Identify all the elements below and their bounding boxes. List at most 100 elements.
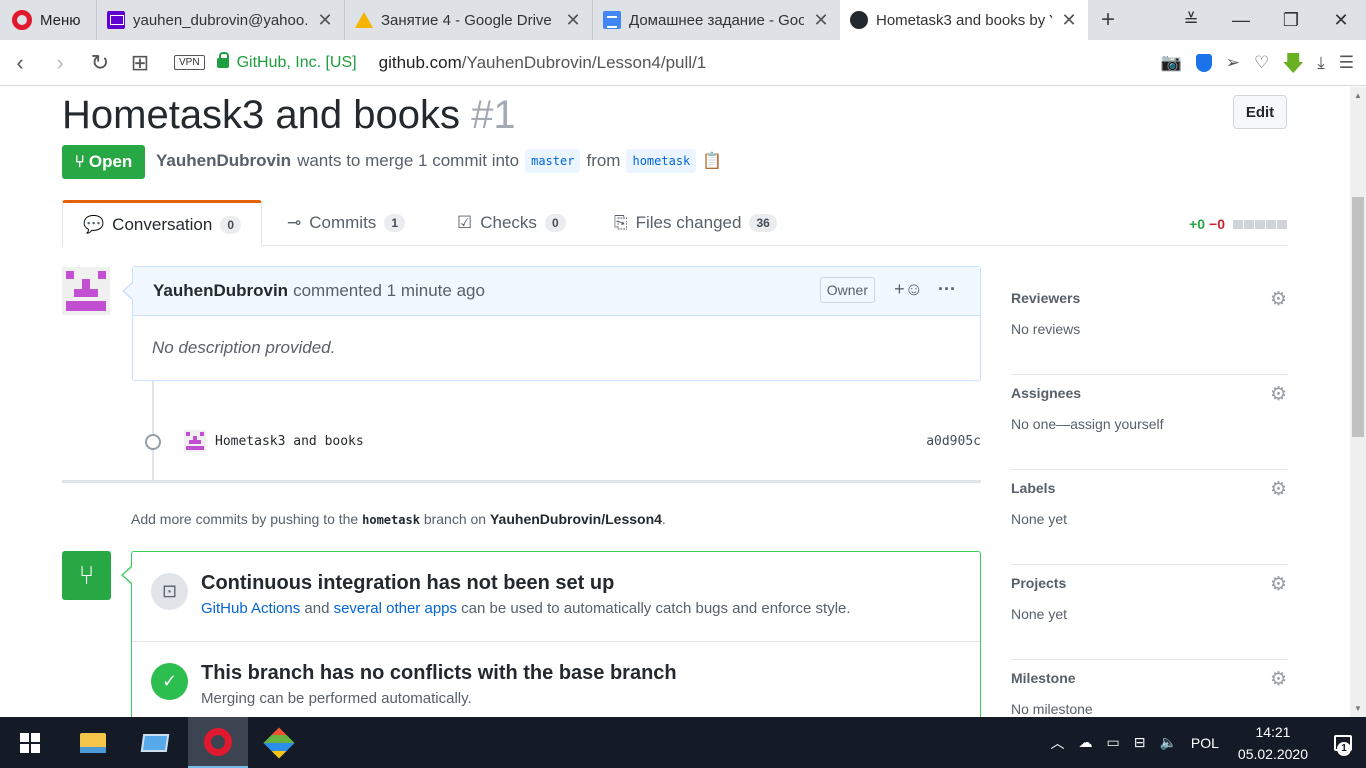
clock[interactable]: 14:21 05.02.2020 [1238,721,1308,765]
taskbar-this-pc[interactable] [125,717,185,768]
easy-setup-icon[interactable]: ☰ [1339,53,1354,73]
downloads-icon[interactable]: ⤓ [1317,53,1325,73]
extension-download-icon[interactable] [1283,53,1304,73]
author-link[interactable]: YauhenDubrovin [156,151,291,171]
browser-tab-drive[interactable]: Занятие 4 - Google Drive ✕ [344,0,592,40]
clipboard-icon[interactable]: 📋 [702,151,722,171]
network-icon[interactable]: ⊟ [1134,734,1146,751]
maximize-button[interactable]: ❐ [1266,0,1316,40]
tab-commits[interactable]: ⊸ Commits 1 [267,200,425,246]
sidebar-assignees: Assignees No one—assign yourself ⚙ [1011,375,1287,470]
status-badge: ⑂ Open [62,145,145,179]
merge-box: ⊡ Continuous integration has not been se… [131,551,981,717]
gear-icon[interactable]: ⚙ [1270,288,1287,311]
speed-dial-icon[interactable]: ⊞ [120,50,160,76]
gear-icon[interactable]: ⚙ [1270,668,1287,691]
browser-tab-docs[interactable]: Домашнее задание - Goog ✕ [592,0,840,40]
adblock-shield-icon[interactable] [1195,54,1212,72]
browser-tab-github[interactable]: Hometask3 and books by Y ✕ [840,0,1088,40]
opera-menu-button[interactable]: Меню [0,0,96,40]
from-text: from [586,151,621,170]
new-tab-button[interactable]: + [1088,0,1128,40]
google-drive-icon [355,12,373,28]
scrollbar-thumb[interactable] [1352,197,1364,437]
scroll-up-icon[interactable]: ▲ [1354,91,1362,100]
push-note-repo: YauhenDubrovin/Lesson4 [489,511,662,527]
gear-icon[interactable]: ⚙ [1270,478,1287,501]
windows-logo-icon [20,732,40,753]
battery-icon[interactable]: ▭ [1107,734,1120,751]
start-button[interactable] [0,717,60,768]
sidebar-heading[interactable]: Labels [1011,480,1287,496]
minimize-button[interactable]: — [1216,0,1266,40]
close-icon[interactable]: ✕ [316,10,334,31]
avatar[interactable] [184,430,206,452]
reload-button[interactable]: ↻ [80,50,120,76]
close-window-button[interactable]: ✕ [1316,0,1366,40]
gear-icon[interactable]: ⚙ [1270,383,1287,406]
forward-button[interactable]: › [40,50,80,76]
sidebar-heading[interactable]: Assignees [1011,385,1287,401]
snapshot-icon[interactable]: 📷 [1161,53,1182,73]
comment-time[interactable]: 1 minute ago [387,281,485,301]
avatar[interactable] [62,267,110,315]
sidebar-heading[interactable]: Projects [1011,575,1287,591]
close-icon[interactable]: ✕ [812,10,830,31]
taskbar-file-explorer[interactable] [63,717,123,768]
action-center-button[interactable]: 1 [1320,717,1366,768]
gear-icon[interactable]: ⚙ [1270,573,1287,596]
commit-message[interactable]: Hometask3 and books [215,434,364,449]
tab-conversation[interactable]: 💬 Conversation 0 [62,200,263,247]
site-identity[interactable]: GitHub, Inc. [US] [237,54,357,72]
edit-button[interactable]: Edit [1233,95,1287,129]
file-explorer-icon [80,732,106,753]
menu-label: Меню [40,11,81,29]
page-title: Hometask3 and books #1 [62,93,516,138]
close-icon[interactable]: ✕ [564,10,582,31]
tab-label: Commits [309,213,377,232]
input-language[interactable]: POL [1191,735,1219,751]
onedrive-cloud-icon[interactable]: ☁ [1079,734,1093,751]
computer-icon [140,733,170,752]
pr-tabs: 💬 Conversation 0 ⊸ Commits 1 ☑ Checks 0 … [62,200,1287,247]
scroll-down-icon[interactable]: ▼ [1354,704,1362,713]
url-field[interactable]: github.com/YauhenDubrovin/Lesson4/pull/1 [379,53,707,73]
send-icon[interactable]: ➢ [1226,53,1240,73]
commit-row: Hometask3 and books a0d905c [184,427,981,455]
comment-caret-inner [124,283,133,299]
browser-tab-yahoo[interactable]: yauhen_dubrovin@yahoo.c ✕ [96,0,344,40]
chevron-up-icon[interactable]: ︿ [1051,733,1065,753]
sidebar-value: No reviews [1011,321,1081,337]
back-button[interactable]: ‹ [0,50,40,76]
tab-checks[interactable]: ☑ Checks 0 [437,200,586,246]
sidebar-projects: Projects None yet ⚙ [1011,565,1287,660]
tab-menu-icon[interactable]: ≚ [1166,0,1216,40]
windows-taskbar: ︿ ☁ ▭ ⊟ 🔈 POL 14:21 05.02.2020 1 [0,717,1366,768]
pr-title: Hometask3 and books [62,93,461,137]
add-reaction-icon[interactable]: +☺ [894,279,923,300]
timeline-divider [62,480,981,483]
comment-box: YauhenDubrovin commented 1 minute ago Ow… [132,266,981,381]
taskbar-opera[interactable] [188,717,248,768]
other-apps-link[interactable]: several other apps [334,600,457,617]
base-branch[interactable]: master [525,149,581,173]
taskbar-git[interactable] [249,717,309,768]
volume-icon[interactable]: 🔈 [1159,734,1176,751]
clock-time: 14:21 [1255,723,1291,740]
push-note-branch: hometask [362,513,420,527]
commit-sha[interactable]: a0d905c [926,434,981,449]
close-icon[interactable]: ✕ [1060,10,1078,31]
comment-author[interactable]: YauhenDubrovin [153,281,288,301]
github-actions-link[interactable]: GitHub Actions [201,600,300,617]
ci-section: ⊡ Continuous integration has not been se… [132,552,980,642]
vpn-badge[interactable]: VPN [174,55,205,70]
page-scrollbar[interactable]: ▲ ▼ [1350,87,1366,717]
bookmark-heart-icon[interactable]: ♡ [1254,53,1269,73]
git-icon [263,726,295,759]
sidebar-value[interactable]: No one—assign yourself [1011,416,1287,432]
head-branch[interactable]: hometask [626,149,697,173]
sidebar-heading[interactable]: Reviewers [1011,290,1287,306]
tab-files-changed[interactable]: ⎘ Files changed 36 [594,200,797,246]
sidebar-heading[interactable]: Milestone [1011,670,1287,686]
more-options-icon[interactable]: ··· [938,279,956,300]
